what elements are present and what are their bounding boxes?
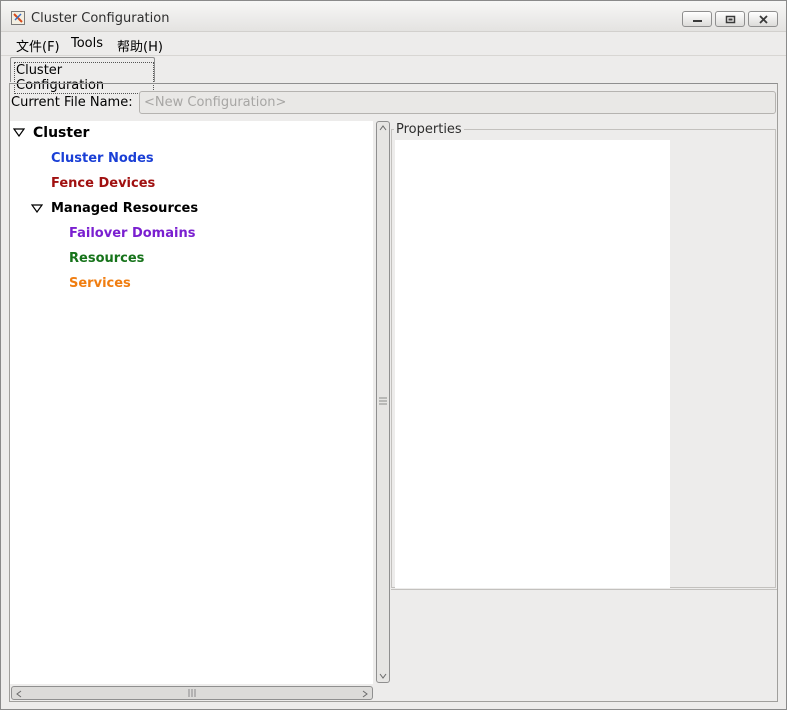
cluster-tree[interactable]: Cluster Cluster Nodes Fence Devices Mana… — [10, 121, 373, 684]
scroll-down-arrow-icon[interactable] — [379, 673, 387, 679]
tree-item-resources[interactable]: Resources — [69, 251, 144, 266]
tree-item-cluster-nodes[interactable]: Cluster Nodes — [51, 151, 154, 166]
tab-cluster-configuration[interactable]: Cluster Configuration — [10, 57, 155, 94]
current-file-field: <New Configuration> — [139, 91, 776, 114]
expand-arrow-icon[interactable] — [13, 128, 25, 137]
tree-item-failover-domains[interactable]: Failover Domains — [69, 226, 195, 241]
main-window: Cluster Configuration 文件(F) Tools 帮助(H) … — [0, 0, 787, 710]
scroll-grip-icon[interactable] — [188, 689, 196, 697]
maximize-button[interactable] — [715, 11, 745, 27]
app-config-icon — [11, 11, 25, 25]
scroll-right-arrow-icon[interactable] — [362, 690, 368, 698]
menu-tools[interactable]: Tools — [71, 36, 103, 51]
tree-horizontal-scrollbar[interactable] — [11, 686, 373, 700]
scroll-up-arrow-icon[interactable] — [379, 125, 387, 131]
tree-item-services[interactable]: Services — [69, 276, 131, 291]
menu-help[interactable]: 帮助(H) — [117, 36, 163, 55]
scroll-left-arrow-icon[interactable] — [16, 690, 22, 698]
tree-vertical-scrollbar[interactable] — [376, 121, 390, 683]
tree-item-managed-resources[interactable]: Managed Resources — [51, 201, 198, 216]
maximize-icon — [725, 15, 736, 24]
title-bar[interactable]: Cluster Configuration — [1, 1, 786, 32]
tree-item-fence-devices[interactable]: Fence Devices — [51, 176, 155, 191]
current-file-label: Current File Name: — [11, 95, 133, 110]
minimize-button[interactable] — [682, 11, 712, 27]
menu-bar: 文件(F) Tools 帮助(H) — [1, 32, 786, 56]
properties-divider — [391, 589, 777, 590]
close-icon — [759, 15, 768, 24]
expand-arrow-icon[interactable] — [31, 204, 43, 213]
tree-item-cluster[interactable]: Cluster — [33, 125, 89, 141]
close-button[interactable] — [748, 11, 778, 27]
window-title: Cluster Configuration — [31, 11, 170, 26]
scroll-grip-icon[interactable] — [379, 397, 387, 405]
properties-panel — [395, 140, 670, 588]
tab-strip: Cluster Configuration — [1, 56, 786, 94]
minimize-icon — [693, 20, 702, 22]
menu-file[interactable]: 文件(F) — [16, 36, 60, 55]
properties-title: Properties — [394, 122, 464, 137]
